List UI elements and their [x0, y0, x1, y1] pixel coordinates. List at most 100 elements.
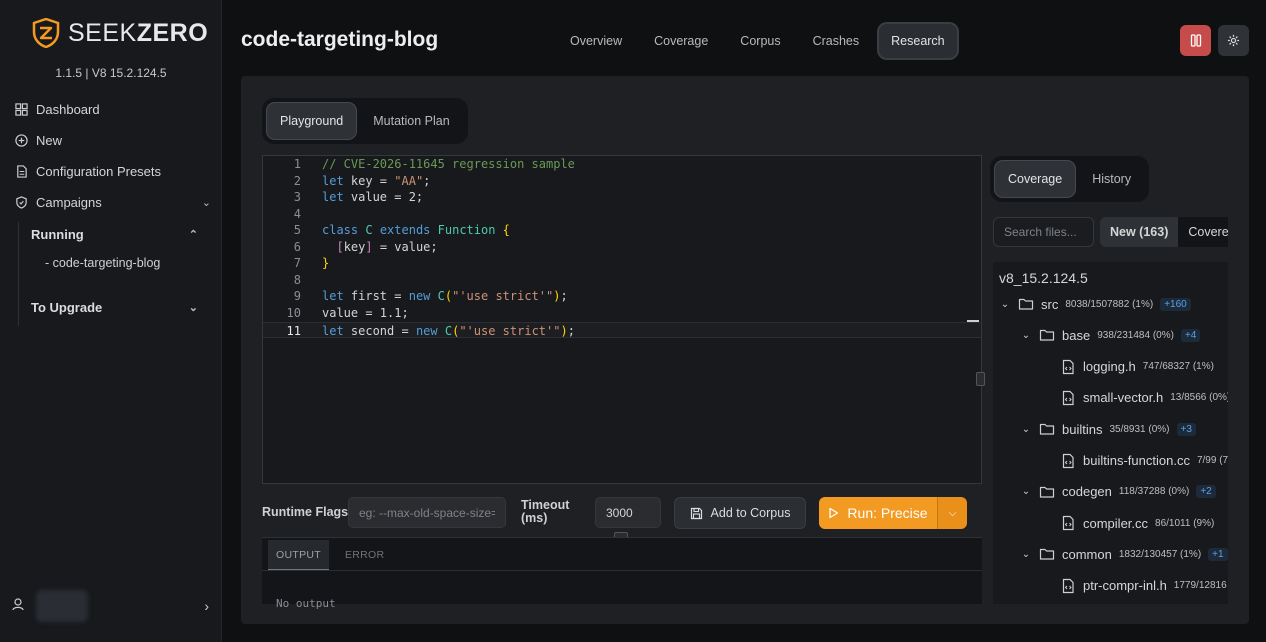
output-panel: OUTPUT ERROR No output — [262, 537, 982, 610]
line-number: 2 — [293, 173, 301, 188]
save-icon — [690, 507, 702, 519]
chevron-down-icon[interactable]: ⌄ — [1020, 549, 1032, 560]
sidebar-item-campaigns[interactable]: Campaigns ⌄ — [14, 190, 211, 214]
folder-icon — [1018, 296, 1034, 312]
code-file-icon — [1060, 578, 1076, 594]
campaigns-submenu: Running ⌃ - code-targeting-blog To Upgra… — [18, 222, 208, 326]
pause-icon — [1190, 34, 1201, 47]
campaign-link-code-targeting-blog[interactable]: - code-targeting-blog — [45, 256, 160, 270]
document-icon — [14, 164, 28, 178]
chevron-down-icon[interactable]: ⌄ — [999, 299, 1011, 310]
chevron-up-icon: ⌃ — [188, 228, 198, 241]
new-coverage-badge: +3 — [1176, 422, 1196, 436]
tree-folder[interactable]: ⌄ base 938/231484 (0%) +4 — [1020, 324, 1201, 346]
tab-corpus[interactable]: Corpus — [726, 22, 794, 60]
line-number: 1 — [293, 157, 301, 171]
running-section-toggle[interactable]: Running ⌃ — [31, 223, 198, 245]
tab-coverage-view[interactable]: Coverage — [994, 160, 1077, 198]
code-text: let second = new C("'use strict'"); — [322, 323, 575, 338]
tab-crashes[interactable]: Crashes — [799, 22, 874, 60]
shield-icon — [14, 195, 28, 209]
line-number: 11 — [286, 323, 301, 338]
timeout-input[interactable] — [595, 497, 661, 528]
tree-folder[interactable]: ⌄ codegen 118/37288 (0%) +2 — [1020, 481, 1216, 503]
chevron-down-icon: ⌄ — [201, 196, 211, 209]
add-to-corpus-button[interactable]: Add to Corpus — [674, 497, 806, 529]
sidebar-item-dashboard[interactable]: Dashboard — [14, 97, 211, 121]
coverage-stats: 1832/130457 (1%) — [1118, 548, 1202, 560]
grid-icon — [14, 102, 28, 116]
tree-folder[interactable]: ⌄ builtins 35/8931 (0%) +3 — [1020, 418, 1196, 440]
code-editor[interactable]: 1 // CVE-2026-11645 regression sample 2 let… — [262, 155, 982, 484]
filter-new[interactable]: New (163) — [1100, 217, 1179, 247]
tab-overview[interactable]: Overview — [556, 22, 636, 60]
code-line: 10 value = 1.1; — [263, 305, 981, 322]
line-number: 6 — [293, 239, 301, 254]
tree-folder[interactable]: ⌄ common 1832/130457 (1%) +1 — [1020, 543, 1228, 565]
tree-file[interactable]: compiler.cc 86/1011 (9%) — [1060, 512, 1214, 534]
brand-logo[interactable]: SEEKZERO — [32, 18, 208, 48]
output-message: No output — [276, 597, 336, 610]
run-mode-dropdown[interactable]: ⌵ — [937, 497, 967, 529]
coverage-stats: 13/8566 (0%) — [1170, 392, 1228, 404]
sidebar-item-label: Configuration Presets — [36, 163, 162, 179]
pause-button[interactable] — [1180, 25, 1211, 56]
brand-name: SEEKZERO — [68, 18, 209, 47]
seekzero-shield-logo-icon — [32, 18, 60, 48]
filter-covered[interactable]: Covered — [1178, 217, 1228, 247]
coverage-file-tree: v8_15.2.124.5 ⌄ src 8038/1507882 (1%) +160 ⌄… — [993, 262, 1228, 604]
chevron-down-icon[interactable]: ⌄ — [1020, 330, 1032, 341]
tree-file[interactable]: small-vector.h 13/8566 (0%) — [1060, 387, 1228, 409]
sidebar-item-label: Dashboard — [36, 101, 100, 117]
run-precise-button[interactable]: Run: Precise — [819, 497, 937, 529]
code-file-icon — [1060, 390, 1076, 406]
plus-circle-icon — [14, 133, 28, 147]
user-menu[interactable]: › — [12, 588, 209, 624]
panel-resize-handle[interactable] — [976, 372, 985, 386]
user-icon — [12, 598, 24, 614]
tab-mutation-plan[interactable]: Mutation Plan — [359, 102, 463, 140]
code-text: let value = 2; — [322, 190, 424, 205]
tree-file[interactable]: ptr-compr-inl.h 1779/12816 (14%) — [1060, 575, 1228, 597]
editor-cursor-marker — [967, 320, 979, 322]
tab-research[interactable]: Research — [877, 22, 959, 60]
to-upgrade-label: To Upgrade — [31, 299, 103, 315]
gear-icon — [1227, 34, 1240, 47]
tab-error[interactable]: ERROR — [337, 540, 392, 570]
code-line: 9 let first = new C("'use strict'"); — [263, 288, 981, 305]
tree-folder[interactable]: ⌄ src 8038/1507882 (1%) +160 — [999, 293, 1191, 315]
chevron-down-icon[interactable]: ⌄ — [1020, 424, 1032, 435]
tree-root-label: v8_15.2.124.5 — [999, 270, 1088, 286]
line-number: 8 — [293, 272, 301, 287]
file-search-input[interactable] — [993, 217, 1094, 247]
tab-coverage[interactable]: Coverage — [640, 22, 722, 60]
timeout-label: Timeout (ms) — [521, 498, 570, 525]
runtime-flags-input[interactable] — [348, 497, 506, 528]
coverage-stats: 35/8931 (0%) — [1109, 423, 1170, 435]
to-upgrade-section-toggle[interactable]: To Upgrade ⌄ — [31, 296, 198, 318]
tab-history[interactable]: History — [1078, 160, 1145, 198]
sidebar-item-label: Campaigns — [36, 194, 102, 210]
sidebar-item-new[interactable]: New — [14, 128, 211, 152]
coverage-stats: 118/37288 (0%) — [1118, 486, 1190, 498]
coverage-stats: 938/231484 (0%) — [1097, 329, 1174, 341]
tree-file[interactable]: logging.h 747/68327 (1%) — [1060, 356, 1214, 378]
line-number: 10 — [286, 305, 301, 320]
code-text: value = 1.1; — [322, 305, 409, 320]
tab-playground[interactable]: Playground — [266, 102, 358, 140]
code-line: 11 let second = new C("'use strict'"); — [263, 321, 981, 339]
folder-icon — [1039, 484, 1055, 500]
settings-button[interactable] — [1218, 25, 1249, 56]
chevron-down-icon[interactable]: ⌄ — [1020, 486, 1032, 497]
line-number: 5 — [293, 223, 301, 238]
tab-output[interactable]: OUTPUT — [268, 540, 329, 570]
new-coverage-badge: +4 — [1180, 328, 1201, 342]
folder-icon — [1039, 546, 1055, 562]
chevron-right-icon: › — [204, 598, 209, 614]
new-coverage-badge: +2 — [1196, 485, 1216, 499]
code-line: 6 [key] = value; — [263, 239, 981, 256]
tree-item-name: logging.h — [1083, 359, 1136, 375]
sidebar-item-configuration-presets[interactable]: Configuration Presets — [14, 159, 211, 183]
tree-file[interactable]: builtins-function.cc 7/99 (7%) — [1060, 450, 1228, 472]
code-line: 1 // CVE-2026-11645 regression sample — [263, 156, 981, 173]
